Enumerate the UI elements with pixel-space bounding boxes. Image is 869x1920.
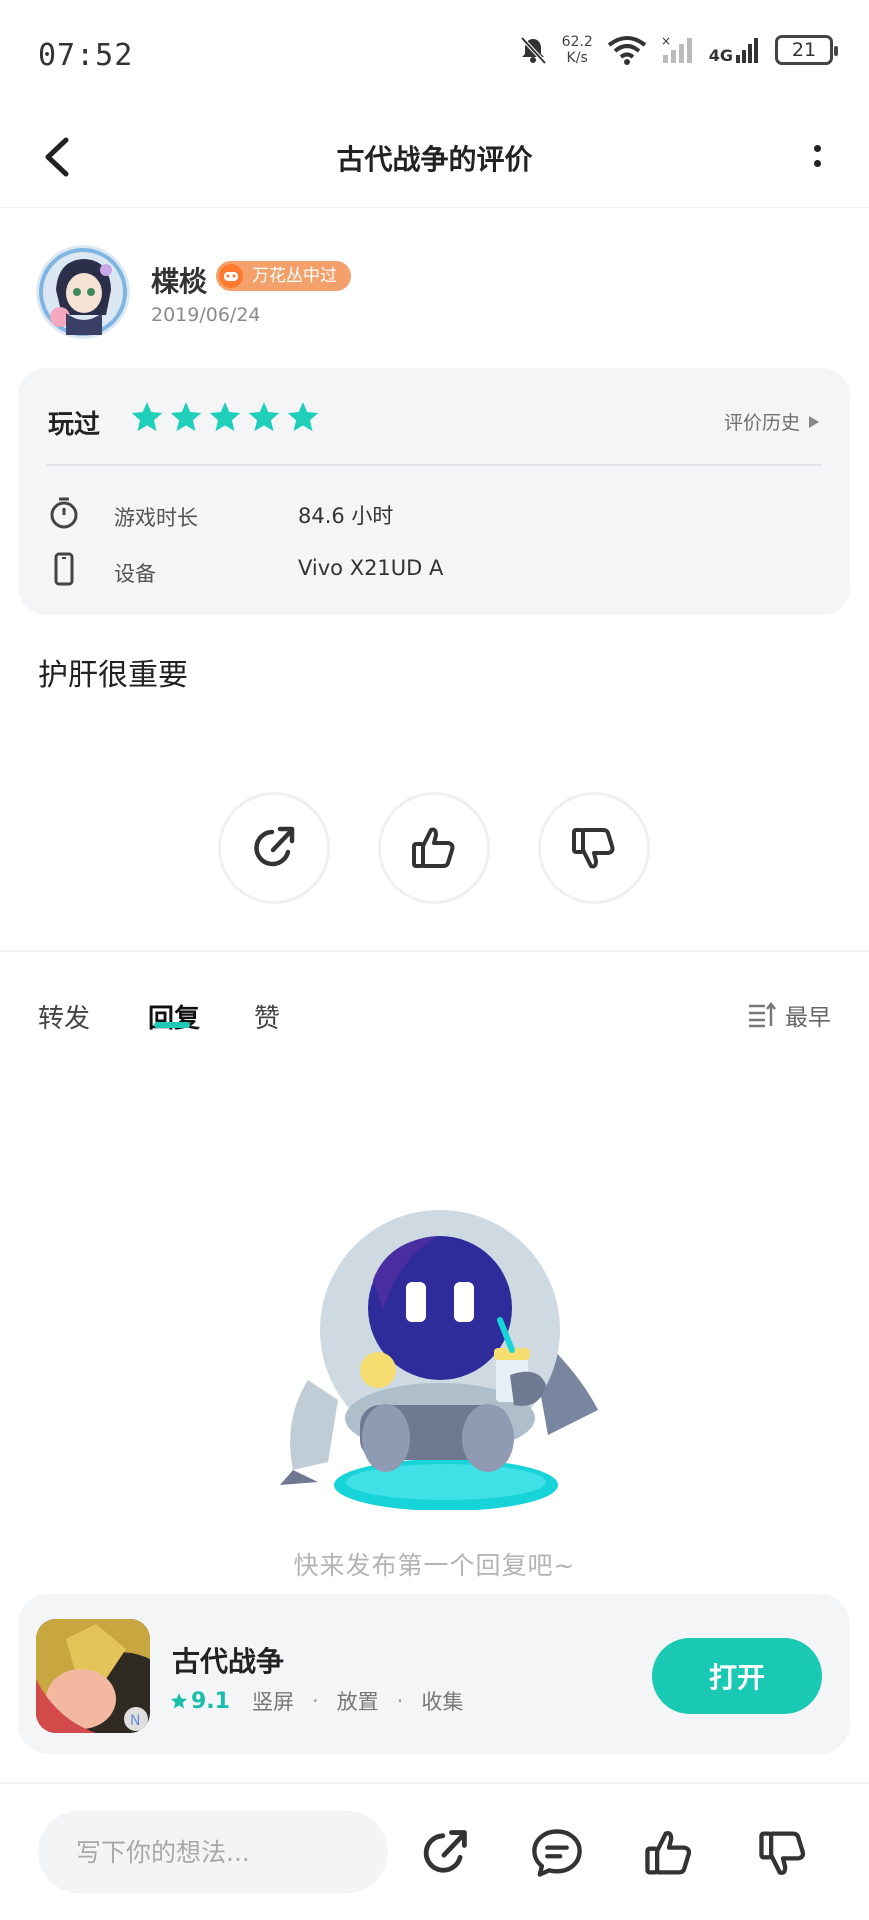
phone-icon: [54, 552, 74, 586]
network-speed: 62.2 K/s: [562, 34, 593, 66]
comment-input[interactable]: [38, 1811, 388, 1893]
open-game-button[interactable]: 打开: [652, 1638, 822, 1714]
gamepad-icon: [219, 264, 243, 288]
device-row: 设备 Vivo X21UD A: [48, 550, 828, 590]
sort-ascending-icon: [749, 1002, 776, 1028]
reply-tabs: 转发 回复 赞 最早: [0, 990, 869, 1050]
star-icon: [131, 402, 163, 432]
review-info-card: 玩过 评价历史 游戏时长 84.6 小时 设备 Vivo X21UD A: [18, 368, 850, 615]
game-rating: 9.1: [170, 1689, 230, 1714]
review-author: 楪棪 万花丛中过 2019/06/24: [36, 245, 836, 340]
status-bar: 07:52 62.2 K/s × 4G 21: [0, 0, 869, 110]
thumbs-down-icon: [759, 1831, 806, 1876]
bottom-comment-button[interactable]: [527, 1823, 587, 1883]
mute-bell-icon: [520, 36, 547, 65]
signal-empty-icon: ×: [661, 35, 692, 63]
section-divider: [0, 950, 869, 952]
game-icon-image: N: [36, 1619, 150, 1733]
tag-separator: ·: [396, 1689, 404, 1713]
review-history-label: 评价历史: [723, 412, 800, 434]
comment-icon: [532, 1829, 582, 1877]
game-tag: 放置: [336, 1690, 379, 1714]
game-rating-value: 9.1: [191, 1688, 230, 1714]
header: 古代战争的评价: [0, 110, 869, 208]
more-dot-icon: [813, 145, 821, 152]
more-dot-icon: [813, 160, 821, 167]
avatar-image: [36, 245, 130, 339]
review-text: 护肝很重要: [38, 658, 188, 693]
stopwatch-icon: [50, 497, 78, 529]
bottom-share-button[interactable]: [415, 1823, 475, 1883]
star-icon: [209, 402, 241, 432]
avatar[interactable]: [36, 245, 130, 339]
star-icon: [170, 1693, 188, 1709]
dislike-button[interactable]: [538, 792, 650, 904]
tag-separator: ·: [311, 1689, 319, 1713]
network-type: 4G: [708, 46, 733, 65]
user-badge: 万花丛中过: [216, 261, 351, 291]
status-icons: 62.2 K/s × 4G 21: [518, 34, 838, 66]
play-time-value: 84.6 小时: [298, 504, 394, 528]
star-icon: [170, 402, 202, 432]
game-meta: 9.1 竖屏 · 放置 · 收集: [170, 1686, 463, 1716]
device-label: 设备: [114, 562, 156, 586]
empty-reply-text: 快来发布第一个回复吧~: [293, 1551, 576, 1580]
star-icon: [287, 402, 319, 432]
play-time-row: 游戏时长 84.6 小时: [48, 494, 828, 534]
bottom-like-button[interactable]: [639, 1823, 699, 1883]
played-label: 玩过: [48, 410, 101, 440]
star-icon: [248, 402, 280, 432]
like-button[interactable]: [378, 792, 490, 904]
username[interactable]: 楪棪: [151, 260, 207, 300]
game-card[interactable]: N 古代战争 9.1 竖屏 · 放置 · 收集 打开: [18, 1594, 850, 1754]
svg-text:N: N: [130, 1713, 140, 1729]
sort-label: 最早: [785, 1005, 831, 1031]
bottom-bar-divider: [0, 1782, 869, 1784]
rating-stars: [130, 400, 320, 434]
network-speed-value: 62.2: [561, 34, 593, 50]
tab-reply[interactable]: 回复: [148, 998, 200, 1035]
share-icon: [423, 1830, 467, 1873]
signal-icon: [736, 38, 758, 63]
card-divider: [46, 464, 822, 466]
robot-mascot-illustration: [280, 1210, 598, 1510]
thumbs-up-icon: [645, 1830, 692, 1875]
tab-repost[interactable]: 转发: [38, 998, 90, 1035]
device-value: Vivo X21UD A: [298, 556, 444, 580]
game-tag: 收集: [421, 1690, 464, 1714]
review-date: 2019/06/24: [151, 304, 261, 326]
thumbs-down-icon: [572, 828, 615, 869]
play-time-label: 游戏时长: [114, 506, 198, 530]
game-tag: 竖屏: [251, 1690, 294, 1714]
status-time: 07:52: [38, 38, 134, 73]
thumbs-up-icon: [412, 827, 455, 868]
game-icon[interactable]: N: [36, 1619, 150, 1733]
bottom-dislike-button[interactable]: [753, 1823, 813, 1883]
user-badge-label: 万花丛中过: [252, 266, 337, 286]
page-title: 古代战争的评价: [336, 143, 533, 176]
sort-button[interactable]: 最早: [747, 998, 831, 1032]
game-name[interactable]: 古代战争: [172, 1640, 284, 1680]
triangle-right-icon: [809, 415, 819, 428]
share-icon: [254, 826, 295, 867]
battery-icon: 21: [775, 35, 838, 65]
review-history-link[interactable]: 评价历史: [724, 408, 820, 435]
wifi-icon: [607, 36, 646, 65]
share-button[interactable]: [218, 792, 330, 904]
active-tab-indicator: [154, 1022, 190, 1028]
review-actions: [0, 790, 869, 910]
svg-text:×: ×: [661, 35, 671, 48]
more-options-button[interactable]: [805, 134, 829, 178]
battery-level: 21: [791, 39, 817, 61]
network-speed-unit: K/s: [566, 50, 588, 66]
tab-like[interactable]: 赞: [254, 998, 280, 1035]
